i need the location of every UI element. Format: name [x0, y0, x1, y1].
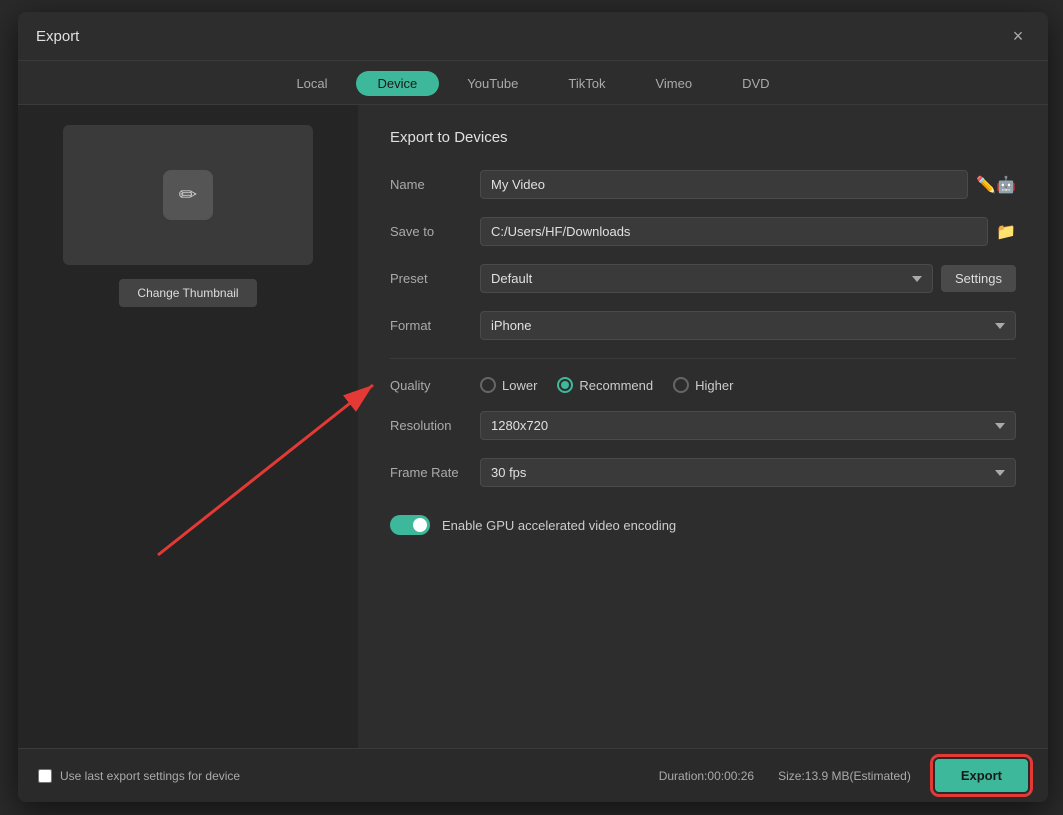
- save-to-row: Save to 📁: [390, 217, 1016, 246]
- format-label: Format: [390, 318, 480, 333]
- resolution-control: 1280x720 1920x1080 720x480: [480, 411, 1016, 440]
- radio-higher-circle: [673, 377, 689, 393]
- preset-row: Preset Default Custom Settings: [390, 264, 1016, 293]
- use-last-settings: Use last export settings for device: [38, 769, 240, 783]
- tab-tiktok[interactable]: TikTok: [546, 71, 627, 96]
- divider: [390, 358, 1016, 359]
- gpu-toggle-row: Enable GPU accelerated video encoding: [390, 505, 1016, 545]
- gpu-label: Enable GPU accelerated video encoding: [442, 518, 676, 533]
- close-button[interactable]: ×: [1006, 24, 1030, 48]
- name-input[interactable]: [480, 170, 968, 199]
- footer-info: Duration:00:00:26 Size:13.9 MB(Estimated…: [659, 759, 1028, 792]
- tab-vimeo[interactable]: Vimeo: [633, 71, 714, 96]
- save-to-label: Save to: [390, 224, 480, 239]
- modal-titlebar: Export ×: [18, 12, 1048, 61]
- format-row: Format iPhone iPad Android Apple TV: [390, 311, 1016, 340]
- name-control: ✏️🤖: [480, 170, 1016, 199]
- change-thumbnail-button[interactable]: Change Thumbnail: [119, 279, 256, 307]
- use-last-settings-checkbox[interactable]: [38, 769, 52, 783]
- quality-recommend[interactable]: Recommend: [557, 377, 653, 393]
- name-row: Name ✏️🤖: [390, 170, 1016, 199]
- size-info: Size:13.9 MB(Estimated): [778, 769, 911, 783]
- use-last-settings-label: Use last export settings for device: [60, 769, 240, 783]
- thumbnail-box[interactable]: ✏: [63, 125, 313, 265]
- format-control: iPhone iPad Android Apple TV: [480, 311, 1016, 340]
- quality-lower-label: Lower: [502, 378, 537, 393]
- radio-lower-circle: [480, 377, 496, 393]
- export-modal: Export × Local Device YouTube TikTok Vim…: [18, 12, 1048, 802]
- preset-label: Preset: [390, 271, 480, 286]
- format-select[interactable]: iPhone iPad Android Apple TV: [480, 311, 1016, 340]
- ai-icon[interactable]: ✏️🤖: [976, 175, 1016, 195]
- name-label: Name: [390, 177, 480, 192]
- thumbnail-edit-icon: ✏: [163, 170, 213, 220]
- save-to-input[interactable]: [480, 217, 988, 246]
- frame-rate-label: Frame Rate: [390, 465, 480, 480]
- tab-local[interactable]: Local: [274, 71, 349, 96]
- modal-body: ✏ Change Thumbnail Export to Devices: [18, 105, 1048, 748]
- save-to-control: 📁: [480, 217, 1016, 246]
- resolution-label: Resolution: [390, 418, 480, 433]
- resolution-select[interactable]: 1280x720 1920x1080 720x480: [480, 411, 1016, 440]
- preset-control: Default Custom Settings: [480, 264, 1016, 293]
- modal-footer: Use last export settings for device Dura…: [18, 748, 1048, 802]
- left-panel: ✏ Change Thumbnail: [18, 105, 358, 748]
- dialog-overlay: Export × Local Device YouTube TikTok Vim…: [0, 0, 1063, 815]
- quality-label: Quality: [390, 378, 480, 393]
- quality-row: Quality Lower Recommend Higher: [390, 377, 1016, 393]
- frame-rate-control: 30 fps 24 fps 60 fps: [480, 458, 1016, 487]
- export-button[interactable]: Export: [935, 759, 1028, 792]
- quality-radio-group: Lower Recommend Higher: [480, 377, 733, 393]
- folder-icon[interactable]: 📁: [996, 222, 1016, 242]
- radio-recommend-circle: [557, 377, 573, 393]
- right-panel: Export to Devices Name ✏️🤖 Save to 📁: [358, 105, 1048, 748]
- preset-select[interactable]: Default Custom: [480, 264, 933, 293]
- tab-device[interactable]: Device: [356, 71, 440, 96]
- duration-info: Duration:00:00:26: [659, 769, 754, 783]
- tabs-bar: Local Device YouTube TikTok Vimeo DVD: [18, 61, 1048, 105]
- gpu-toggle[interactable]: [390, 515, 430, 535]
- frame-rate-row: Frame Rate 30 fps 24 fps 60 fps: [390, 458, 1016, 487]
- quality-higher[interactable]: Higher: [673, 377, 733, 393]
- quality-lower[interactable]: Lower: [480, 377, 537, 393]
- resolution-row: Resolution 1280x720 1920x1080 720x480: [390, 411, 1016, 440]
- section-title: Export to Devices: [390, 129, 1016, 146]
- tab-youtube[interactable]: YouTube: [445, 71, 540, 96]
- quality-recommend-label: Recommend: [579, 378, 653, 393]
- frame-rate-select[interactable]: 30 fps 24 fps 60 fps: [480, 458, 1016, 487]
- modal-title: Export: [36, 28, 79, 45]
- tab-dvd[interactable]: DVD: [720, 71, 791, 96]
- settings-button[interactable]: Settings: [941, 265, 1016, 292]
- quality-higher-label: Higher: [695, 378, 733, 393]
